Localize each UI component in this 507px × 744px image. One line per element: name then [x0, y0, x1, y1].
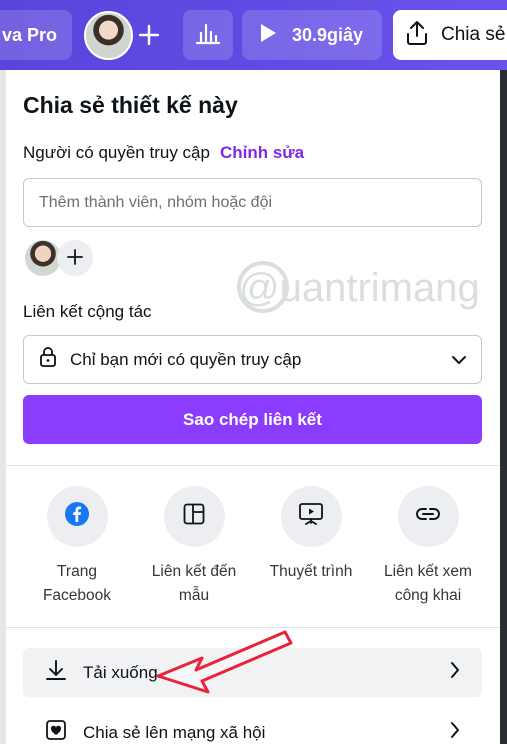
present-duration: 30.9giây: [292, 24, 364, 45]
download-button[interactable]: Tải xuống: [23, 648, 482, 697]
share-label: Chia sẻ: [441, 24, 506, 45]
panel-title: Chia sẻ thiết kế này: [23, 92, 238, 118]
copy-link-button[interactable]: Sao chép liên kết: [23, 395, 482, 444]
collab-link-label: Liên kết cộng tác: [23, 302, 152, 321]
canvas-edge-right: [500, 70, 507, 744]
share-panel: Chia sẻ thiết kế này Người có quyền truy…: [6, 70, 500, 744]
share-option-circle[interactable]: [397, 486, 459, 547]
member-avatar[interactable]: [25, 240, 61, 276]
canva-pro-button[interactable]: va Pro: [0, 10, 72, 60]
chevron-right-icon: [450, 661, 460, 684]
chevron-down-icon: [451, 350, 467, 370]
add-member-button[interactable]: [57, 240, 93, 276]
download-label: Tải xuống: [83, 662, 158, 682]
share-option-template-link[interactable]: Liên kết đến mẫu: [136, 486, 252, 608]
presentation-icon: [297, 501, 325, 532]
heart-icon: [45, 719, 67, 744]
share-social-label: Chia sẻ lên mạng xã hội: [83, 722, 266, 742]
link-access-select[interactable]: Chỉ bạn mới có quyền truy cập: [23, 335, 482, 384]
bar-chart-icon: [195, 21, 221, 50]
add-member-input[interactable]: Thêm thành viên, nhóm hoặc đội: [23, 178, 482, 227]
chevron-right-icon: [450, 721, 460, 744]
access-edit-link[interactable]: Chỉnh sửa: [220, 143, 304, 163]
divider: [6, 627, 500, 628]
plus-icon: [67, 245, 83, 271]
insights-button[interactable]: [183, 10, 233, 60]
facebook-icon: [64, 501, 90, 532]
share-option-public-view[interactable]: Liên kết xem công khai: [370, 486, 486, 608]
share-option-present[interactable]: Thuyết trình: [253, 486, 369, 584]
link-access-value: Chỉ bạn mới có quyền truy cập: [70, 349, 302, 369]
top-toolbar: va Pro 30.9giây Chia sẻ: [0, 0, 507, 70]
canva-pro-label: va Pro: [2, 24, 58, 45]
present-button[interactable]: 30.9giây: [242, 10, 382, 60]
play-icon: [258, 22, 278, 49]
share-option-line: Liên kết xem: [384, 563, 472, 580]
template-layout-icon: [182, 502, 206, 531]
access-label: Người có quyền truy cập: [23, 143, 210, 162]
share-option-circle[interactable]: [280, 486, 342, 547]
share-button[interactable]: Chia sẻ: [393, 10, 507, 60]
share-social-button[interactable]: Chia sẻ lên mạng xã hội: [23, 708, 482, 744]
share-option-label: Thuyết trình: [253, 560, 369, 584]
share-option-line: Facebook: [42, 587, 112, 604]
share-option-label: Trang Facebook: [19, 560, 135, 608]
plus-icon[interactable]: [134, 18, 164, 52]
share-option-label: Liên kết đến mẫu: [136, 560, 252, 608]
share-option-facebook[interactable]: Trang Facebook: [19, 486, 135, 608]
share-option-line: mẫu: [178, 587, 210, 604]
download-icon: [45, 659, 67, 686]
share-option-circle[interactable]: [46, 486, 108, 547]
link-icon: [414, 502, 442, 531]
lock-icon: [38, 346, 58, 373]
share-option-line: Liên kết đến: [151, 563, 237, 580]
share-option-label: Liên kết xem công khai: [370, 560, 486, 608]
share-option-circle[interactable]: [163, 486, 225, 547]
upload-icon: [405, 20, 429, 51]
divider: [6, 465, 500, 466]
share-option-line: Thuyết trình: [269, 563, 353, 580]
share-option-line: công khai: [394, 587, 462, 604]
user-avatar[interactable]: [84, 11, 133, 60]
share-option-line: Trang: [57, 563, 97, 580]
access-row: Người có quyền truy cập Chỉnh sửa: [23, 143, 304, 163]
